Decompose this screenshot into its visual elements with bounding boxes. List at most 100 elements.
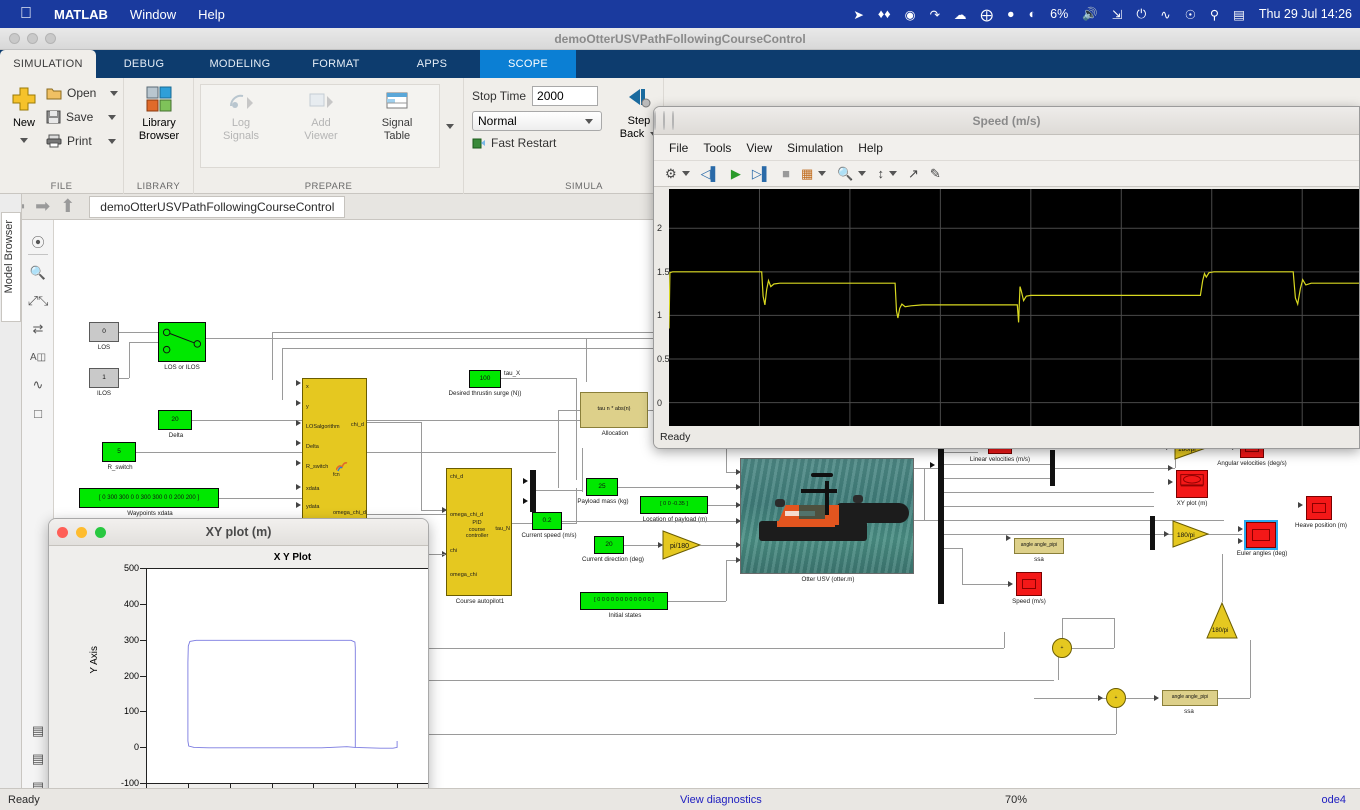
current-speed-block[interactable]: 0.2	[532, 512, 562, 530]
account-icon[interactable]: ☉	[1185, 7, 1196, 22]
cloud-icon[interactable]: ☁	[954, 7, 967, 22]
annotation-icon[interactable]: A◫	[27, 346, 49, 368]
tab-debug[interactable]: DEBUG	[96, 50, 192, 78]
los-or-ilos-switch-block[interactable]	[158, 322, 206, 362]
explore-icon[interactable]: ⦿	[27, 230, 49, 252]
tab-format[interactable]: FORMAT	[288, 50, 384, 78]
zoom-icon[interactable]: 🔍	[27, 262, 49, 284]
menu-help[interactable]: Help	[198, 7, 225, 22]
new-dropdown-icon[interactable]	[20, 138, 28, 143]
crosshair-icon[interactable]: ⨁	[981, 7, 994, 22]
scope-menu-help[interactable]: Help	[858, 141, 883, 155]
ssa-block-1[interactable]: angle angle_pipi	[1014, 538, 1064, 554]
prepare-more-icon[interactable]	[446, 124, 454, 129]
desired-thrust-block[interactable]: 100	[469, 370, 501, 388]
waypoints-xdata-block[interactable]: [ 0 300 300 0 0 300 300 0 0 200 200 ]	[79, 488, 219, 508]
scope-menu-file[interactable]: File	[669, 141, 688, 155]
save-dropdown-icon[interactable]	[108, 114, 117, 120]
library-browser-button[interactable]: Library Browser	[124, 86, 194, 142]
tab-simulation[interactable]: SIMULATION	[0, 50, 96, 78]
heave-position-scope-block[interactable]	[1306, 496, 1332, 520]
current-direction-block[interactable]: 20	[594, 536, 624, 554]
up-icon[interactable]: ⬆	[60, 196, 75, 217]
config-icon[interactable]: ⚙	[665, 166, 677, 182]
signal-table-button[interactable]: Signal Table	[366, 90, 428, 142]
add-viewer-button[interactable]: Add Viewer	[290, 90, 352, 142]
sum-block-2[interactable]: +	[1106, 688, 1126, 708]
layout-icon[interactable]: ▦	[801, 166, 813, 182]
open-button[interactable]: Open	[46, 86, 119, 100]
view-diagnostics-link[interactable]: View diagnostics	[680, 794, 762, 806]
los-const-block[interactable]: 0	[89, 322, 119, 342]
menu-window[interactable]: Window	[130, 7, 176, 22]
dropbox-icon[interactable]: ♦♦	[878, 7, 891, 21]
ssa-block-2[interactable]: angle angle_pipi	[1162, 690, 1218, 706]
sync-icon[interactable]: ↷	[930, 7, 940, 22]
run-icon[interactable]: ▶	[731, 166, 741, 182]
menu-matlab[interactable]: MATLAB	[54, 7, 108, 22]
save-button[interactable]: Save	[46, 110, 117, 124]
zoom-chevron-down-icon[interactable]	[858, 171, 867, 176]
xy-plot-window[interactable]: XY plot (m) X Y Plot -100 0 100 200 300 400 50…	[48, 518, 429, 810]
rail-extra-2-icon[interactable]: ▤	[27, 748, 49, 770]
bluetooth-icon[interactable]: ⇲	[1112, 7, 1122, 22]
stop-time-input[interactable]	[532, 86, 599, 106]
arrange-icon[interactable]: ⇄	[27, 318, 49, 340]
otter-usv-block[interactable]	[740, 458, 914, 574]
scope-menu-simulation[interactable]: Simulation	[787, 141, 843, 155]
ilos-const-block[interactable]: 1	[89, 368, 119, 388]
scope-menu-tools[interactable]: Tools	[703, 141, 731, 155]
print-dropdown-icon[interactable]	[107, 138, 116, 144]
stop-icon[interactable]: ■	[782, 166, 790, 181]
r-switch-const-block[interactable]: 5	[102, 442, 136, 462]
solver-label[interactable]: ode4	[1322, 794, 1346, 806]
xy-axes[interactable]	[146, 568, 428, 783]
bowler-hat-icon[interactable]: ●	[1007, 7, 1015, 21]
wifi-icon[interactable]: ∿	[1160, 7, 1170, 22]
payload-mass-block[interactable]: 25	[586, 478, 618, 496]
autoscale-icon[interactable]: ↕	[877, 166, 884, 181]
location-icon[interactable]: ➤	[853, 7, 863, 22]
step-forward-icon[interactable]: ▷▌	[752, 166, 771, 182]
measure-icon[interactable]: ✎	[930, 166, 941, 182]
euler-angles-scope-block[interactable]	[1244, 520, 1278, 550]
log-signals-button[interactable]: Log Signals	[210, 90, 272, 142]
pie-chart-icon[interactable]: ◐	[1029, 7, 1037, 21]
sum-block-1[interactable]: +	[1052, 638, 1072, 658]
apple-menu-icon[interactable]: 	[20, 6, 32, 22]
config-chevron-down-icon[interactable]	[681, 171, 690, 176]
clock-label[interactable]: Thu 29 Jul 14:26	[1259, 7, 1352, 21]
tab-scope[interactable]: SCOPE	[480, 50, 576, 78]
scope-plot[interactable]	[668, 189, 1359, 427]
area-icon[interactable]: □	[27, 402, 49, 424]
print-button[interactable]: Print	[46, 134, 116, 148]
fit-to-view-icon[interactable]: ⤢⤡	[27, 290, 49, 312]
rad2deg-gain-3-block[interactable]: 180/pi	[1206, 602, 1238, 640]
delta-const-block[interactable]: 20	[158, 410, 192, 430]
simulation-mode-select[interactable]: Normal	[472, 111, 602, 131]
rewind-icon[interactable]: ◁▌	[701, 166, 720, 182]
zoom-in-icon[interactable]: 🔍	[837, 166, 853, 182]
tab-modeling[interactable]: MODELING	[192, 50, 288, 78]
autoscale-chevron-down-icon[interactable]	[888, 171, 897, 176]
deg2rad-gain-block[interactable]: pi/180	[662, 530, 702, 560]
new-button[interactable]: New	[6, 86, 42, 148]
creative-cloud-icon[interactable]: ◉	[905, 7, 916, 22]
xy-plot-scope-block[interactable]	[1176, 470, 1208, 498]
battery-icon[interactable]: ⏻	[1136, 7, 1146, 22]
control-center-icon[interactable]: ▤	[1233, 7, 1245, 22]
signal-icon[interactable]: ∿	[27, 374, 49, 396]
fast-restart-button[interactable]: Fast Restart	[472, 136, 556, 150]
speed-scope-block[interactable]	[1016, 572, 1042, 596]
forward-icon[interactable]: ➡	[35, 196, 50, 217]
location-of-payload-block[interactable]: [ 0 0 -0.35 ]	[640, 496, 708, 514]
cursor-icon[interactable]: ↗	[908, 166, 919, 182]
breadcrumb[interactable]: demoOtterUSVPathFollowingCourseControl	[89, 195, 346, 218]
open-dropdown-icon[interactable]	[110, 90, 119, 96]
scope-menu-view[interactable]: View	[746, 141, 772, 155]
layout-chevron-down-icon[interactable]	[818, 171, 827, 176]
rad2deg-gain-2-block[interactable]: 180/pi	[1172, 520, 1210, 548]
scope-window[interactable]: Speed (m/s) File Tools View Simulation H…	[653, 106, 1360, 449]
initial-states-block[interactable]: [ 0 0 0 0 0 0 0 0 0 0 0 0 ]	[580, 592, 668, 610]
rail-extra-1-icon[interactable]: ▤	[27, 720, 49, 742]
